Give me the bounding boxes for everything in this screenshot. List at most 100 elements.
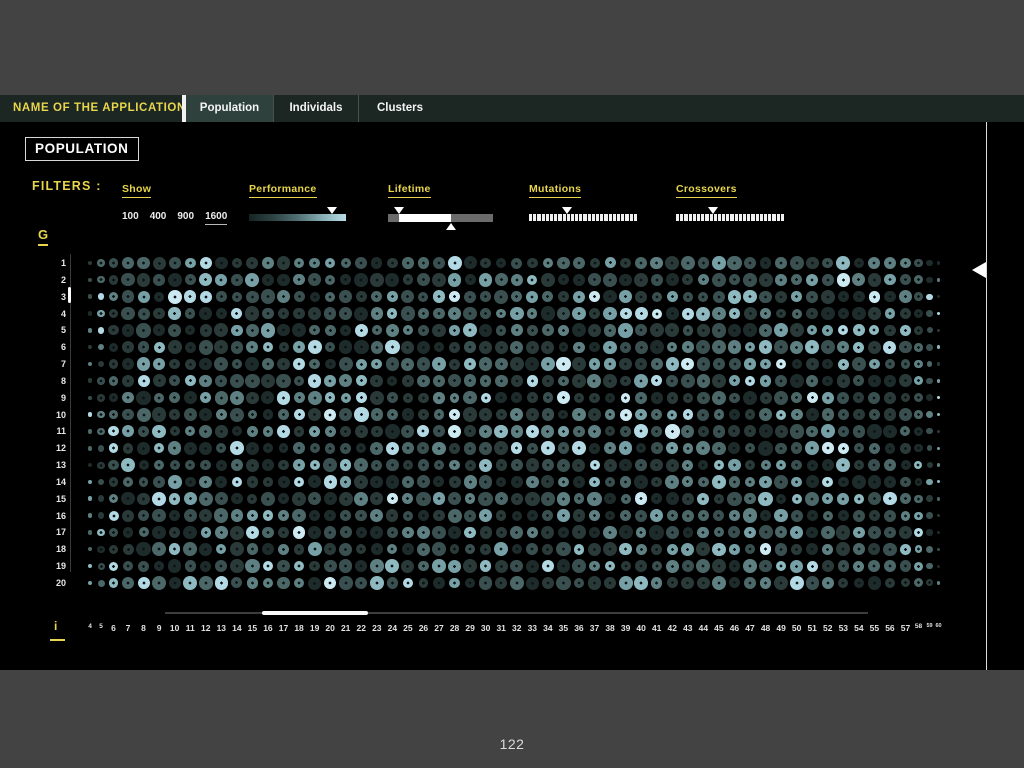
individual-dot[interactable] xyxy=(370,526,383,539)
individual-dot[interactable] xyxy=(494,425,508,439)
individual-dot[interactable] xyxy=(884,257,897,270)
individual-dot[interactable] xyxy=(527,308,537,318)
individual-dot[interactable] xyxy=(138,375,150,387)
individual-dot[interactable] xyxy=(573,509,586,522)
individual-dot[interactable] xyxy=(525,492,540,507)
crossovers-segment[interactable] xyxy=(768,214,771,221)
individual-dot[interactable] xyxy=(527,443,538,454)
individual-dot[interactable] xyxy=(712,323,727,338)
crossovers-segment[interactable] xyxy=(689,214,692,221)
individual-dot[interactable] xyxy=(927,445,933,451)
individual-dot[interactable] xyxy=(121,492,134,505)
individual-dot[interactable] xyxy=(869,359,880,370)
individual-dot[interactable] xyxy=(853,342,864,353)
individual-dot[interactable] xyxy=(666,560,679,573)
individual-dot[interactable] xyxy=(185,560,196,571)
individual-dot[interactable] xyxy=(937,261,941,265)
individual-dot[interactable] xyxy=(168,441,182,455)
individual-dot[interactable] xyxy=(97,394,105,402)
individual-dot[interactable] xyxy=(246,324,260,338)
individual-dot[interactable] xyxy=(418,510,429,521)
individual-dot[interactable] xyxy=(901,578,910,587)
individual-dot[interactable] xyxy=(464,442,477,455)
individual-dot[interactable] xyxy=(635,510,647,522)
individual-dot[interactable] xyxy=(635,341,648,354)
individual-dot[interactable] xyxy=(712,256,726,270)
individual-dot[interactable] xyxy=(245,357,259,371)
individual-dot[interactable] xyxy=(292,509,306,523)
individual-dot[interactable] xyxy=(98,293,105,300)
individual-dot[interactable] xyxy=(309,325,319,335)
individual-dot[interactable] xyxy=(262,543,274,555)
individual-dot[interactable] xyxy=(775,274,787,286)
individual-dot[interactable] xyxy=(354,492,368,506)
individual-dot[interactable] xyxy=(745,342,756,353)
crossovers-segment[interactable] xyxy=(730,214,733,221)
individual-dot[interactable] xyxy=(309,359,320,370)
individual-dot[interactable] xyxy=(340,325,351,336)
individual-dot[interactable] xyxy=(293,459,305,471)
individual-dot[interactable] xyxy=(620,510,632,522)
individual-dot[interactable] xyxy=(588,324,601,337)
individual-dot[interactable] xyxy=(215,560,227,572)
individual-dot[interactable] xyxy=(603,526,616,539)
individual-dot[interactable] xyxy=(510,526,523,539)
individual-dot[interactable] xyxy=(510,357,524,371)
individual-dot[interactable] xyxy=(541,425,554,438)
individual-dot[interactable] xyxy=(937,345,941,349)
individual-dot[interactable] xyxy=(682,493,694,505)
individual-dot[interactable] xyxy=(712,559,726,573)
individual-dot[interactable] xyxy=(589,510,600,521)
individual-dot[interactable] xyxy=(232,359,242,369)
individual-dot[interactable] xyxy=(341,258,351,268)
individual-dot[interactable] xyxy=(308,374,321,387)
individual-dot[interactable] xyxy=(293,274,304,285)
individual-dot[interactable] xyxy=(603,374,617,388)
individual-dot[interactable] xyxy=(263,561,273,571)
individual-dot[interactable] xyxy=(603,290,616,303)
individual-dot[interactable] xyxy=(479,408,491,420)
individual-dot[interactable] xyxy=(714,460,724,470)
individual-dot[interactable] xyxy=(261,289,276,304)
individual-dot[interactable] xyxy=(199,408,212,421)
individual-dot[interactable] xyxy=(589,443,600,454)
individual-dot[interactable] xyxy=(760,375,772,387)
individual-dot[interactable] xyxy=(926,260,933,267)
individual-dot[interactable] xyxy=(589,342,599,352)
individual-dot[interactable] xyxy=(356,359,367,370)
individual-dot[interactable] xyxy=(806,527,818,539)
individual-dot[interactable] xyxy=(791,544,802,555)
individual-dot[interactable] xyxy=(838,560,850,572)
individual-dot[interactable] xyxy=(790,256,804,270)
individual-dot[interactable] xyxy=(387,392,399,404)
individual-dot[interactable] xyxy=(122,392,134,404)
individual-dot[interactable] xyxy=(417,425,429,437)
individual-dot[interactable] xyxy=(900,325,911,336)
individual-dot[interactable] xyxy=(558,477,569,488)
individual-dot[interactable] xyxy=(418,257,429,268)
individual-dot[interactable] xyxy=(759,560,772,573)
individual-dot[interactable] xyxy=(883,543,897,557)
individual-dot[interactable] xyxy=(340,510,351,521)
individual-dot[interactable] xyxy=(884,459,897,472)
individual-dot[interactable] xyxy=(774,509,787,522)
mutations-segment[interactable] xyxy=(604,214,607,221)
individual-dot[interactable] xyxy=(914,259,922,267)
crossovers-segment[interactable] xyxy=(764,214,767,221)
individual-dot[interactable] xyxy=(402,543,414,555)
individual-dot[interactable] xyxy=(620,342,631,353)
individual-dot[interactable] xyxy=(168,273,182,287)
individual-dot[interactable] xyxy=(169,409,180,420)
individual-dot[interactable] xyxy=(387,544,397,554)
mutations-slider[interactable] xyxy=(529,214,637,221)
individual-dot[interactable] xyxy=(154,460,164,470)
individual-dot[interactable] xyxy=(97,462,104,469)
individual-dot[interactable] xyxy=(511,459,524,472)
individual-dot[interactable] xyxy=(573,257,586,270)
individual-dot[interactable] xyxy=(308,408,322,422)
individual-dot[interactable] xyxy=(88,294,93,299)
individual-dot[interactable] xyxy=(418,459,429,470)
individual-dot[interactable] xyxy=(231,325,242,336)
individual-dot[interactable] xyxy=(805,340,819,354)
individual-dot[interactable] xyxy=(278,544,289,555)
